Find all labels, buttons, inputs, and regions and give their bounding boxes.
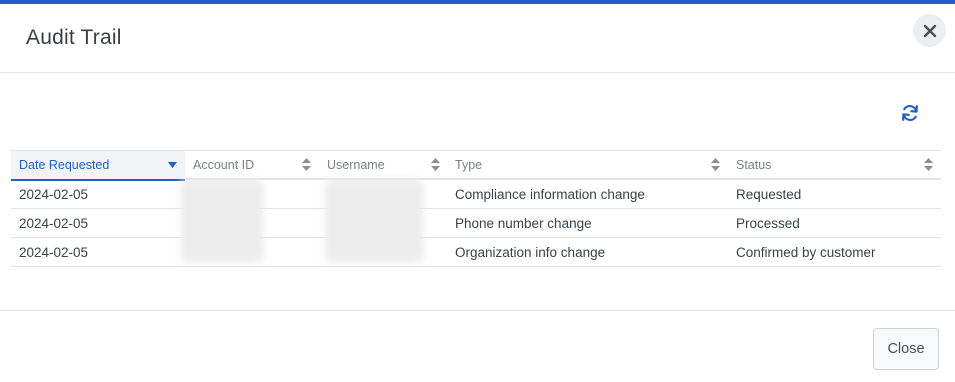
sort-both-icon [924,158,933,171]
column-header-username[interactable]: Username [319,151,447,179]
close-dialog-button[interactable] [913,14,946,47]
table-row[interactable]: 2024-02-05 Organization info change Conf… [11,238,941,267]
date-cell: 2024-02-05 [19,186,89,202]
type-cell: Phone number change [455,215,592,231]
close-x-icon [923,24,936,37]
status-cell: Processed [736,215,800,231]
dialog-title: Audit Trail [26,26,122,49]
column-label: Type [455,158,483,172]
column-label: Username [327,158,385,172]
sort-both-icon [711,158,720,171]
close-button[interactable]: Close [873,328,939,370]
column-header-date-requested[interactable]: Date Requested [11,151,185,181]
date-cell: 2024-02-05 [19,244,89,260]
column-label: Date Requested [19,158,110,172]
dialog-header: Audit Trail [0,4,955,73]
column-header-status[interactable]: Status [728,151,941,179]
refresh-icon [902,105,918,121]
redacted-account-id-block [181,180,263,262]
audit-trail-table: Date Requested Account ID Username Type … [11,150,941,267]
column-header-account-id[interactable]: Account ID [185,151,319,179]
table-row[interactable]: 2024-02-05 Phone number change Processed [11,209,941,238]
column-label: Status [736,158,772,172]
sort-both-icon [431,158,440,171]
refresh-button[interactable] [898,101,922,125]
redacted-username-block [325,180,423,262]
status-cell: Requested [736,186,802,202]
table-header: Date Requested Account ID Username Type … [11,150,941,181]
dialog-footer: Close [0,310,955,382]
type-cell: Organization info change [455,244,606,260]
date-cell: 2024-02-05 [19,215,89,231]
type-cell: Compliance information change [455,186,645,202]
column-header-type[interactable]: Type [447,151,728,179]
status-cell: Confirmed by customer [736,244,876,260]
table-row[interactable]: 2024-02-05 Compliance information change… [11,180,941,209]
sort-down-caret-icon [168,162,177,168]
column-label: Account ID [193,158,255,172]
sort-both-icon [302,158,311,171]
